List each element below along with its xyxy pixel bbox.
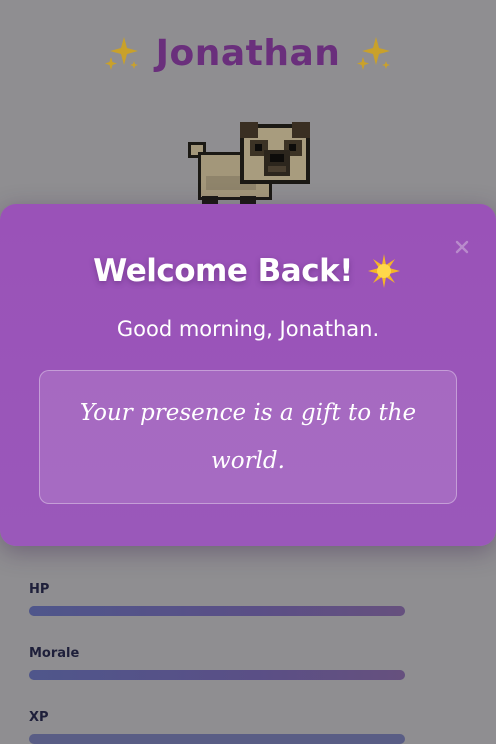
quote-card: Your presence is a gift to the world. xyxy=(39,370,457,504)
glowing-star-icon xyxy=(367,254,400,288)
hp-bar xyxy=(29,606,405,616)
hp-bar-fill xyxy=(29,606,405,616)
pug-icon[interactable] xyxy=(184,120,314,210)
stat-label: XP xyxy=(29,710,49,725)
stat-hp: HP xyxy=(29,582,405,616)
sparkles-icon xyxy=(104,37,138,70)
modal-title: Welcome Back! xyxy=(93,253,353,289)
affirmation-quote: Your presence is a gift to the world. xyxy=(79,400,417,474)
sparkles-icon xyxy=(357,37,391,70)
morale-bar-fill xyxy=(29,670,405,680)
player-header: Jonathan xyxy=(0,26,496,80)
stat-xp: XP xyxy=(29,710,405,744)
stat-label: Morale xyxy=(29,646,80,661)
morale-bar xyxy=(29,670,405,680)
greeting-text: Good morning, Jonathan. xyxy=(116,317,380,341)
stat-morale: Morale xyxy=(29,646,405,680)
modal-title-row: Welcome Back! xyxy=(0,248,496,294)
welcome-back-modal: Welcome Back! Good morning, Jonathan. Yo… xyxy=(0,204,496,546)
stat-label: HP xyxy=(29,582,50,597)
player-name: Jonathan xyxy=(155,32,341,74)
